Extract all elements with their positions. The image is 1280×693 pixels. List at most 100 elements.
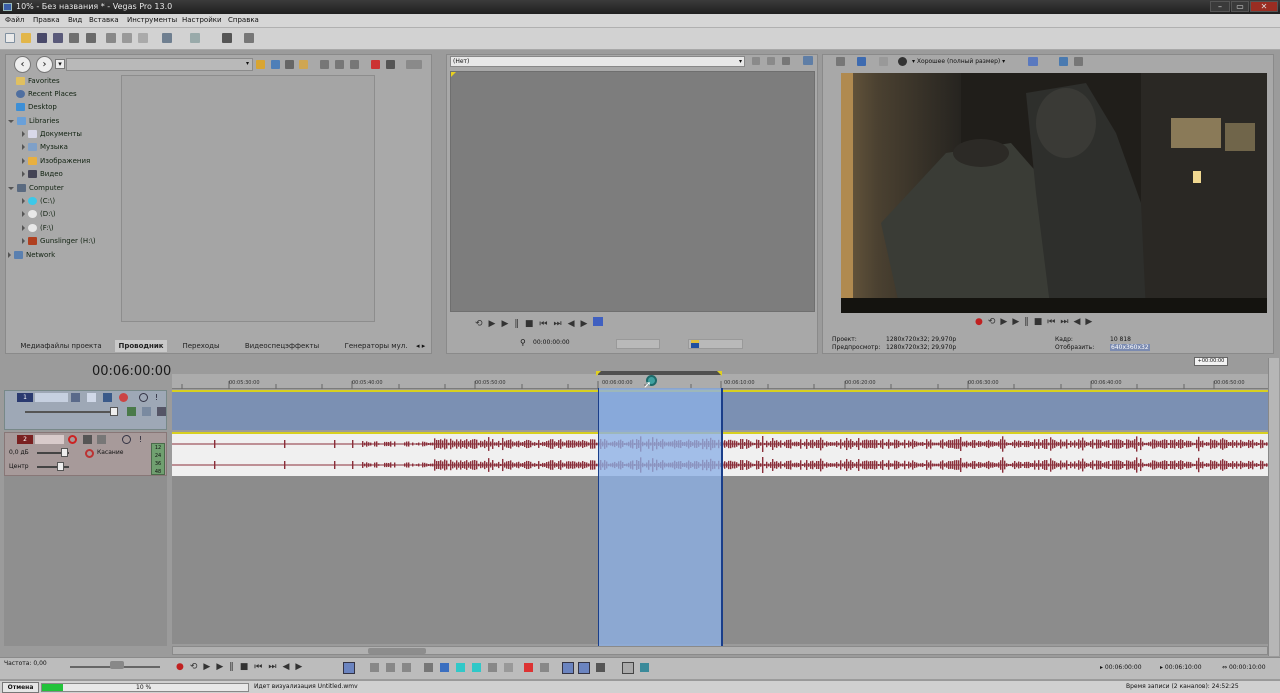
collapsed-arrow-icon[interactable] xyxy=(22,158,25,164)
collapsed-arrow-icon[interactable] xyxy=(22,144,25,150)
paste-icon[interactable] xyxy=(138,33,148,43)
rate-slider-thumb[interactable] xyxy=(110,661,124,669)
tree-item-video[interactable]: Видео xyxy=(22,168,63,180)
insert-marker-icon[interactable] xyxy=(524,663,533,672)
trimmer-in-field[interactable] xyxy=(616,339,660,349)
composite-level-slider[interactable] xyxy=(25,411,117,413)
save-snapshot-icon[interactable] xyxy=(1074,57,1083,66)
invert-phase-icon[interactable] xyxy=(83,435,92,444)
trimmer-out-field[interactable] xyxy=(688,339,743,349)
tree-item-drive-h[interactable]: Gunslinger (H:\) xyxy=(22,235,96,247)
selection-tool-icon[interactable] xyxy=(386,663,395,672)
save-icon[interactable] xyxy=(37,33,47,43)
timeline-timecode[interactable]: 00:06:00:00 xyxy=(92,364,171,379)
trim-start-icon[interactable] xyxy=(456,663,465,672)
close-window-button[interactable]: ✕ xyxy=(1250,1,1278,12)
overlays-icon[interactable] xyxy=(1028,57,1038,66)
menu-view[interactable]: Вид xyxy=(68,16,82,24)
tree-item-drive-d[interactable]: (D:\) xyxy=(22,208,56,220)
expanded-arrow-icon[interactable] xyxy=(8,186,14,190)
enable-snapping-icon[interactable] xyxy=(222,33,232,43)
minimize-button[interactable]: – xyxy=(1210,1,1230,12)
preview-properties-icon[interactable] xyxy=(836,57,845,66)
tab-explorer[interactable]: Проводник xyxy=(115,340,167,352)
tree-item-pictures[interactable]: Изображения xyxy=(22,155,90,167)
cancel-render-button[interactable]: Отмена xyxy=(2,682,39,693)
refresh-icon[interactable] xyxy=(271,60,280,69)
delete-icon[interactable] xyxy=(285,60,294,69)
child-track-icon[interactable] xyxy=(142,407,151,416)
auto-preview-icon[interactable] xyxy=(350,60,359,69)
loop-start-marker-icon[interactable] xyxy=(596,371,601,376)
dropdown-arrow-icon[interactable]: ▾ xyxy=(739,57,742,66)
tab-project-media[interactable]: Медиафайлы проекта xyxy=(9,340,113,352)
record-arm-icon[interactable] xyxy=(68,435,77,444)
split-icon[interactable] xyxy=(488,663,497,672)
tree-item-recent-places[interactable]: Recent Places xyxy=(16,88,77,100)
delete-icon[interactable] xyxy=(424,663,433,672)
menu-insert[interactable]: Вставка xyxy=(89,16,119,24)
envelope-tool-icon[interactable] xyxy=(370,663,379,672)
track-fx-icon[interactable] xyxy=(87,393,96,402)
collapsed-arrow-icon[interactable] xyxy=(22,131,25,137)
time-selection-region[interactable] xyxy=(598,388,722,646)
auto-ripple-icon[interactable] xyxy=(244,33,254,43)
back-button[interactable]: ‹ xyxy=(14,56,31,73)
views-icon[interactable] xyxy=(406,60,422,69)
cut-icon[interactable] xyxy=(106,33,116,43)
mute-icon[interactable] xyxy=(139,393,148,402)
tree-item-network[interactable]: Network xyxy=(8,249,55,261)
copy-icon[interactable] xyxy=(122,33,132,43)
trim-end-icon[interactable] xyxy=(472,663,481,672)
tree-item-music[interactable]: Музыка xyxy=(22,141,68,153)
mute-icon[interactable] xyxy=(122,435,131,444)
expand-icon[interactable] xyxy=(157,407,166,416)
solo-icon[interactable]: ! xyxy=(155,393,164,402)
normal-edit-tool-icon[interactable] xyxy=(343,662,355,674)
trimmer-tool-icon[interactable] xyxy=(767,57,775,65)
explorer-path-input[interactable] xyxy=(66,58,253,71)
new-project-icon[interactable] xyxy=(5,33,15,43)
collapsed-arrow-icon[interactable] xyxy=(22,171,25,177)
favorite-icon[interactable] xyxy=(371,60,380,69)
save-as-icon[interactable] xyxy=(53,33,63,43)
tree-item-drive-c[interactable]: (C:\) xyxy=(22,195,55,207)
close-icon[interactable] xyxy=(782,57,790,65)
tab-transitions[interactable]: Переходы xyxy=(176,340,226,352)
lock-icon[interactable] xyxy=(504,663,513,672)
slider-thumb[interactable] xyxy=(61,448,68,457)
collapsed-arrow-icon[interactable] xyxy=(22,238,25,244)
collapsed-arrow-icon[interactable] xyxy=(22,225,25,231)
slider-thumb[interactable] xyxy=(110,407,118,416)
new-folder-icon[interactable] xyxy=(299,60,308,69)
maximize-panel-icon[interactable] xyxy=(803,56,813,65)
track-motion-icon[interactable] xyxy=(71,393,80,402)
video-track-name-field[interactable] xyxy=(35,393,68,402)
zoom-tool-icon[interactable] xyxy=(402,663,411,672)
loop-region-bar[interactable] xyxy=(598,371,722,375)
undo-icon[interactable] xyxy=(162,33,172,43)
render-icon[interactable] xyxy=(69,33,79,43)
time-ruler[interactable]: 00:05:30:00 00:05:40:00 00:05:50:00 00:0… xyxy=(172,374,1268,389)
auto-crossfade-icon[interactable] xyxy=(562,662,574,674)
tab-media-generators[interactable]: Генераторы мул. xyxy=(338,340,414,352)
tab-scroll-arrows-icon[interactable]: ◂ ▸ xyxy=(416,341,432,351)
trimmer-transport-controls[interactable]: ⟲▶▶‖■⏮⏭◀▶ xyxy=(475,317,795,329)
preview-fx-icon[interactable] xyxy=(879,57,888,66)
automation-mode-icon[interactable] xyxy=(85,449,94,458)
menu-help[interactable]: Справка xyxy=(228,16,259,24)
copy-snapshot-icon[interactable] xyxy=(1059,57,1068,66)
ripple-mode-icon[interactable] xyxy=(596,663,605,672)
split-screen-icon[interactable] xyxy=(898,57,907,66)
preview-quality-dropdown[interactable]: ▾ Хорошее (полный размер) ▾ xyxy=(912,57,1022,67)
properties-icon[interactable] xyxy=(86,33,96,43)
timeline-transport-controls[interactable]: ●⟲▶▶‖■⏮⏭◀▶ xyxy=(176,662,341,674)
tree-item-documents[interactable]: Документы xyxy=(22,128,82,140)
trimmer-video-area[interactable] xyxy=(450,71,815,312)
audio-track-name-field[interactable] xyxy=(35,435,64,444)
stop-preview-icon[interactable] xyxy=(335,60,344,69)
up-folder-icon[interactable] xyxy=(256,60,265,69)
slider-thumb[interactable] xyxy=(57,462,64,471)
tree-item-libraries[interactable]: Libraries xyxy=(8,115,59,127)
auto-ripple-icon[interactable] xyxy=(578,662,590,674)
